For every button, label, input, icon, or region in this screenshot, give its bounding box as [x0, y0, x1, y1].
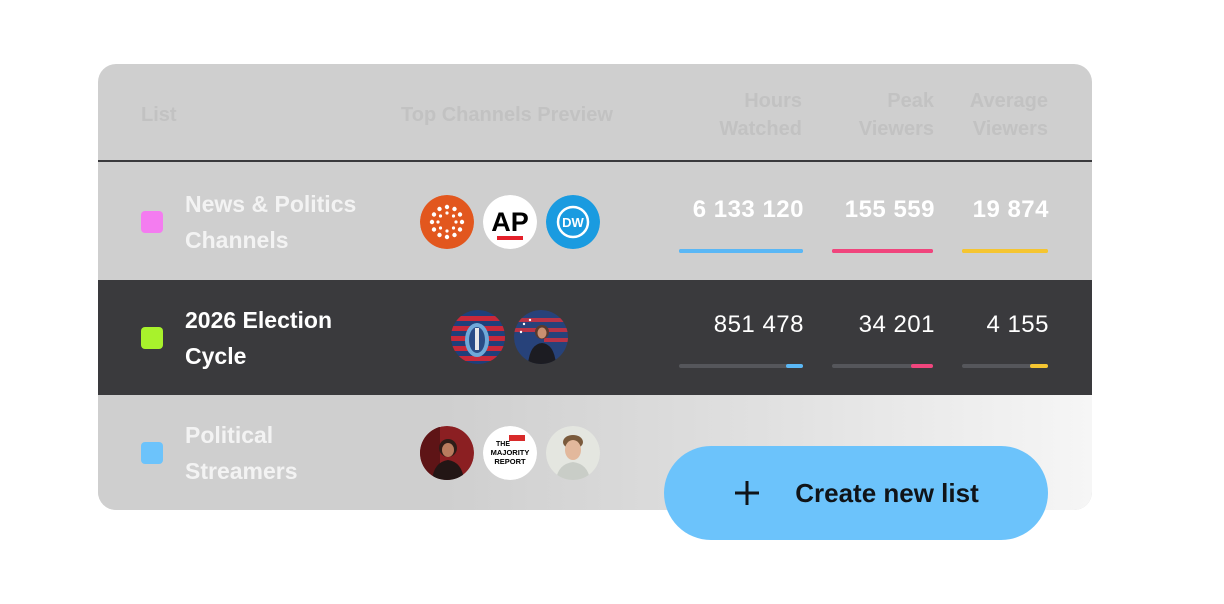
flag-portrait-icon[interactable]	[451, 310, 505, 364]
list-name-line2: Streamers	[185, 458, 298, 484]
dw-logo-text: DW	[562, 215, 584, 230]
list-name[interactable]: 2026 Election Cycle	[185, 302, 385, 374]
majority-report-text-top: THE	[496, 441, 510, 448]
list-color-swatch	[141, 442, 163, 464]
hours-watched-bar	[679, 364, 803, 368]
average-viewers-bar	[962, 364, 1048, 368]
column-header-avg-line1: Average	[969, 90, 1048, 112]
list-name-line1: 2026 Election	[185, 307, 333, 333]
list-name-line1: News & Politics	[185, 191, 357, 217]
list-color-swatch	[141, 327, 163, 349]
hours-watched-bar-fill	[679, 249, 803, 253]
column-header-peak-viewers[interactable]: Peak Viewers	[859, 87, 934, 143]
column-header-average-viewers[interactable]: Average Viewers	[970, 87, 1048, 143]
table-row-news-politics[interactable]: News & Politics Channels AP DW 6 133 120…	[98, 164, 1092, 280]
average-viewers-bar-fill	[962, 249, 1048, 253]
column-header-hours-watched[interactable]: Hours Watched	[719, 87, 802, 143]
hours-watched-value: 851 478	[713, 311, 804, 338]
table-header: List Top Channels Preview Hours Watched …	[98, 64, 1092, 162]
create-new-list-button[interactable]: Create new list	[664, 446, 1048, 540]
column-header-preview: Top Channels Preview	[401, 104, 613, 126]
peak-viewers-bar-fill	[910, 364, 933, 368]
average-viewers-bar	[962, 249, 1048, 253]
peak-viewers-bar-fill	[832, 249, 933, 253]
list-name[interactable]: Political Streamers	[185, 417, 385, 489]
average-viewers-bar-fill	[1029, 364, 1048, 368]
hours-watched-bar-fill	[785, 364, 803, 368]
table-row-election-cycle[interactable]: 2026 Election Cycle 851 478 34 201 4 155	[98, 280, 1092, 395]
average-viewers-value: 19 874	[972, 196, 1049, 223]
peak-viewers-bar	[832, 364, 933, 368]
dw-logo-icon[interactable]: DW	[546, 195, 600, 249]
column-header-hours-line1: Hours	[744, 90, 802, 112]
list-color-swatch	[141, 211, 163, 233]
list-name-line1: Political	[185, 422, 274, 448]
plus-icon	[735, 481, 760, 505]
list-name-line2: Channels	[185, 227, 289, 253]
rt-logo-icon[interactable]	[420, 195, 474, 249]
create-new-list-label: Create new list	[795, 477, 979, 508]
lists-table: List Top Channels Preview Hours Watched …	[98, 64, 1092, 510]
list-name[interactable]: News & Politics Channels	[185, 186, 385, 258]
majority-report-text-mid: MAJORITY	[491, 448, 530, 457]
ap-logo-text: AP	[491, 207, 529, 237]
column-header-avg-line2: Viewers	[972, 118, 1048, 140]
column-header-peak-line2: Viewers	[858, 118, 934, 140]
ap-logo-icon[interactable]: AP	[483, 195, 537, 249]
majority-report-logo-icon[interactable]: THE MAJORITY REPORT	[483, 426, 537, 480]
column-header-peak-line1: Peak	[887, 90, 934, 112]
list-name-line2: Cycle	[185, 343, 247, 369]
speaker-portrait-icon[interactable]	[514, 310, 568, 364]
hours-watched-bar	[679, 249, 803, 253]
average-viewers-value: 4 155	[986, 311, 1049, 338]
streamer-portrait-icon[interactable]	[420, 426, 474, 480]
peak-viewers-bar	[832, 249, 933, 253]
hours-watched-value: 6 133 120	[692, 196, 804, 223]
man-portrait-icon[interactable]	[546, 426, 600, 480]
peak-viewers-value: 34 201	[858, 311, 935, 338]
majority-report-text-bottom: REPORT	[494, 457, 526, 466]
column-header-hours-line2: Watched	[719, 118, 802, 140]
peak-viewers-value: 155 559	[844, 196, 935, 223]
column-header-list[interactable]: List	[141, 101, 177, 129]
